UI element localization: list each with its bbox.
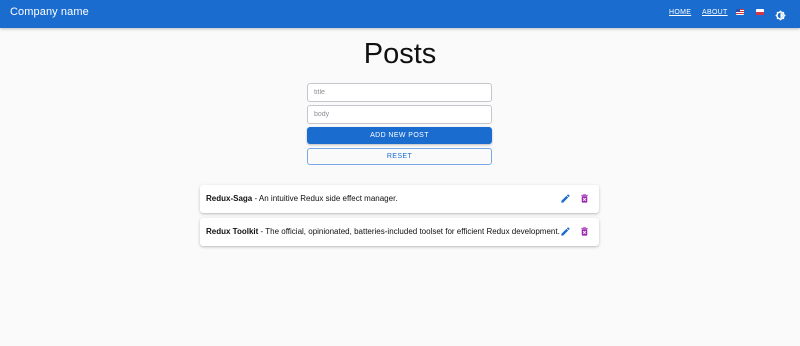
- reset-button[interactable]: RESET: [307, 148, 492, 165]
- title-input[interactable]: [307, 83, 492, 102]
- nav-home-link[interactable]: HOME: [669, 9, 691, 16]
- post-title: Redux Toolkit: [206, 227, 259, 236]
- delete-icon[interactable]: [579, 226, 590, 237]
- post-text: Redux Toolkit - The official, opinionate…: [206, 227, 560, 236]
- brand-name: Company name: [10, 6, 89, 18]
- post-text: Redux-Saga - An intuitive Redux side eff…: [206, 194, 398, 203]
- post-body: An intuitive Redux side effect manager.: [258, 194, 398, 203]
- post-separator: -: [252, 194, 259, 203]
- post-card: Redux Toolkit - The official, opinionate…: [200, 218, 599, 246]
- app-bar: Company name HOME ABOUT: [0, 0, 800, 28]
- edit-icon[interactable]: [560, 193, 571, 204]
- edit-icon[interactable]: [560, 226, 571, 237]
- pl-flag-icon[interactable]: [756, 9, 764, 15]
- nav-about-link[interactable]: ABOUT: [702, 9, 728, 16]
- add-new-post-button[interactable]: ADD NEW POST: [307, 127, 492, 144]
- post-title: Redux-Saga: [206, 194, 253, 203]
- page-title: Posts: [363, 38, 437, 70]
- delete-icon[interactable]: [579, 193, 590, 204]
- brightness-icon[interactable]: [775, 8, 786, 21]
- us-flag-icon[interactable]: [736, 9, 744, 15]
- body-input[interactable]: [307, 105, 492, 124]
- post-card: Redux-Saga - An intuitive Redux side eff…: [200, 185, 599, 213]
- post-body: The official, opinionated, batteries-inc…: [265, 227, 560, 236]
